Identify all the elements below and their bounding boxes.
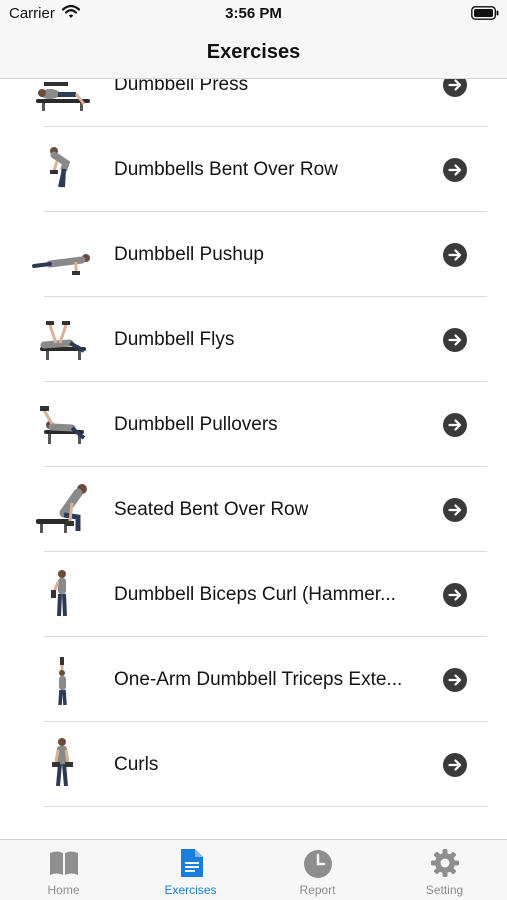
list-item[interactable]: One-Arm Dumbbell Triceps Exte... — [0, 637, 507, 722]
chevron-right-circle-icon[interactable] — [443, 243, 467, 267]
tab-label: Report — [299, 883, 336, 897]
exercise-name: Dumbbell Biceps Curl (Hammer... — [114, 584, 396, 605]
pullover-figure-icon — [40, 406, 86, 444]
exercise-name: Dumbbells Bent Over Row — [114, 159, 338, 180]
chevron-right-circle-icon[interactable] — [443, 158, 467, 182]
exercise-name: One-Arm Dumbbell Triceps Exte... — [114, 669, 403, 690]
tab-setting[interactable]: Setting — [381, 840, 507, 900]
navigation-bar: Exercises — [0, 30, 507, 79]
document-icon — [181, 849, 203, 877]
list-item[interactable]: Curls — [0, 722, 507, 807]
tab-label: Exercises — [164, 883, 217, 897]
list-item[interactable]: Dumbbell Biceps Curl (Hammer... — [0, 552, 507, 637]
status-bar: Carrier 3:56 PM — [0, 0, 507, 30]
list-item[interactable]: Dumbbell Flys — [0, 297, 507, 382]
tab-label: Home — [47, 883, 80, 897]
exercise-name: Dumbbell Pullovers — [114, 414, 278, 435]
gear-icon — [431, 849, 459, 877]
list-item[interactable]: Dumbbell Pullovers — [0, 382, 507, 467]
exercise-name: Curls — [114, 754, 159, 775]
exercise-name: Seated Bent Over Row — [114, 499, 309, 520]
tab-home[interactable]: Home — [0, 840, 127, 900]
partial-exercise-figure-icon — [79, 839, 85, 840]
hammer-curl-figure-icon — [51, 570, 67, 617]
list-item[interactable]: Dumbbells Bent Over Row — [0, 127, 507, 212]
tab-label: Setting — [425, 883, 464, 897]
list-item[interactable]: Seated Bent Over Row — [0, 467, 507, 552]
tab-report[interactable]: Report — [254, 840, 381, 900]
chevron-right-circle-icon[interactable] — [443, 328, 467, 352]
list-item[interactable] — [0, 807, 507, 840]
seated-row-figure-icon — [36, 484, 87, 533]
exercise-name: Dumbbell Pushup — [114, 244, 264, 265]
chevron-right-circle-icon[interactable] — [443, 413, 467, 437]
curls-figure-icon — [52, 738, 73, 787]
battery-icon — [471, 6, 499, 20]
triceps-extension-figure-icon — [58, 657, 67, 706]
page-title: Exercises — [206, 41, 301, 63]
chevron-right-circle-icon[interactable] — [443, 753, 467, 777]
tab-exercises[interactable]: Exercises — [127, 840, 254, 900]
pushup-figure-icon — [32, 254, 90, 275]
clock-icon — [304, 850, 332, 878]
exercise-list[interactable]: Dumbbell Press Dumbbells Bent Over Row D… — [0, 0, 507, 840]
status-time: 3:56 PM — [225, 5, 282, 22]
tab-bar: Home Exercises Report Setting — [0, 839, 507, 900]
exercise-name: Dumbbell Flys — [114, 329, 235, 350]
book-icon — [50, 851, 78, 875]
chevron-right-circle-icon[interactable] — [443, 583, 467, 607]
list-item[interactable]: Dumbbell Pushup — [0, 212, 507, 297]
chevron-right-circle-icon[interactable] — [443, 498, 467, 522]
flys-figure-icon — [40, 321, 86, 360]
chevron-right-circle-icon[interactable] — [443, 668, 467, 692]
bent-over-row-figure-icon — [50, 147, 71, 188]
